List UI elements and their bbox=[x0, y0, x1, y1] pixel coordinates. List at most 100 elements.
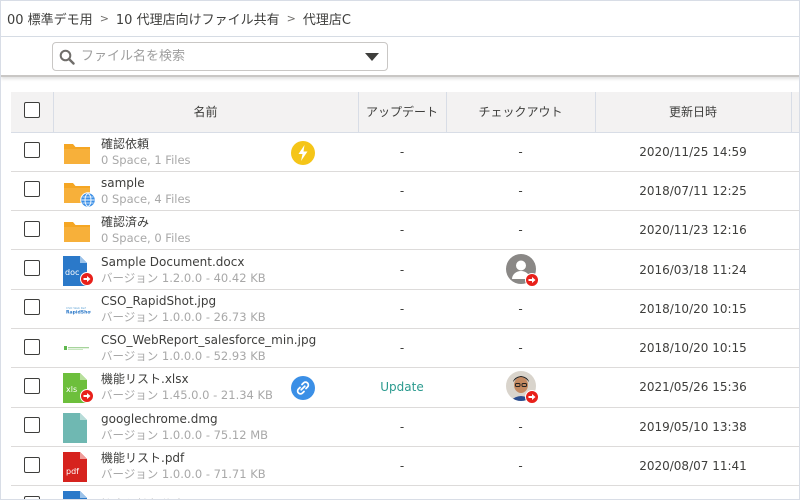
checkout-value: - bbox=[518, 223, 523, 238]
name-cell: xls 機能リスト.xlsx バージョン 1.45.0.0 - 21.34 KB bbox=[53, 368, 358, 407]
checkout-cell bbox=[446, 250, 595, 289]
generic-file-icon bbox=[63, 412, 91, 443]
name-cell: doc 機密保持契約書サンプル.docx bbox=[53, 486, 358, 499]
row-check-cell bbox=[11, 486, 53, 499]
modified-cell bbox=[595, 486, 791, 499]
search-box[interactable] bbox=[52, 42, 388, 71]
update-cell: - bbox=[358, 289, 446, 328]
table-row[interactable]: pdf 機能リスト.pdf バージョン 1.0.0.0 - 71.71 KB -… bbox=[11, 446, 799, 486]
table-row[interactable]: sample 0 Space, 4 Files - - 2018/07/11 1… bbox=[11, 171, 799, 211]
row-checkbox[interactable] bbox=[24, 377, 40, 394]
modified-date: 2020/11/25 14:59 bbox=[639, 144, 747, 159]
table-row[interactable]: doc Sample Document.docx バージョン 1.2.0.0 -… bbox=[11, 250, 799, 290]
update-link[interactable]: Update bbox=[380, 380, 423, 394]
row-check-cell bbox=[11, 368, 53, 407]
table-header-row: 名前 アップデート チェックアウト 更新日時 bbox=[11, 92, 799, 133]
update-cell: Update bbox=[358, 368, 446, 407]
row-checkbox[interactable] bbox=[24, 417, 40, 434]
row-checkbox[interactable] bbox=[24, 338, 40, 355]
column-header-spacer bbox=[791, 92, 799, 133]
table-row[interactable]: CSO_WebReport_salesforce_min.jpg バージョン 1… bbox=[11, 328, 799, 368]
breadcrumb-item-current[interactable]: 代理店C bbox=[303, 9, 351, 28]
update-value: - bbox=[399, 144, 405, 159]
update-value: - bbox=[399, 341, 405, 356]
file-table: 名前 アップデート チェックアウト 更新日時 確認依頼 0 Space, 1 F… bbox=[11, 92, 799, 499]
select-all-checkbox[interactable] bbox=[23, 102, 40, 119]
column-header-update[interactable]: アップデート bbox=[358, 92, 447, 133]
name-cell: sample 0 Space, 4 Files bbox=[53, 171, 358, 210]
checkout-value: - bbox=[518, 341, 523, 356]
update-cell: - bbox=[358, 446, 446, 485]
file-name[interactable]: sample bbox=[101, 175, 191, 191]
link-status-icon[interactable] bbox=[291, 376, 315, 401]
table-row[interactable]: doc 機密保持契約書サンプル.docx bbox=[11, 486, 799, 499]
column-header-name[interactable]: 名前 bbox=[53, 92, 359, 133]
column-header-modified[interactable]: 更新日時 bbox=[595, 92, 792, 133]
svg-text:doc: doc bbox=[65, 268, 79, 277]
table-row[interactable]: CSO Web Ref RapidShot CSO_RapidShot.jpg バ… bbox=[11, 289, 799, 329]
name-cell-content: doc Sample Document.docx バージョン 1.2.0.0 -… bbox=[53, 251, 358, 289]
file-name[interactable]: 機能リスト.pdf bbox=[101, 450, 266, 466]
row-checkbox[interactable] bbox=[24, 260, 40, 277]
lightning-status-icon[interactable] bbox=[291, 140, 315, 165]
search-input[interactable] bbox=[81, 49, 357, 64]
modified-date: 2018/10/20 10:15 bbox=[639, 341, 747, 356]
svg-text:xls: xls bbox=[66, 385, 77, 394]
file-name-block: 確認依頼 0 Space, 1 Files bbox=[101, 136, 191, 168]
shared-folder-icon bbox=[63, 177, 96, 208]
folder-icon bbox=[63, 216, 91, 244]
row-checkbox[interactable] bbox=[24, 495, 40, 499]
checkout-cell: - bbox=[446, 211, 595, 250]
modified-cell: 2018/10/20 10:15 bbox=[595, 328, 791, 367]
row-checkbox[interactable] bbox=[24, 142, 40, 159]
file-name[interactable]: 確認依頼 bbox=[101, 136, 191, 152]
breadcrumb-item-share-folder[interactable]: 10 代理店向けファイル共有 bbox=[116, 9, 280, 28]
file-meta: 0 Space, 1 Files bbox=[101, 152, 191, 167]
spacer-cell bbox=[791, 171, 799, 210]
spacer-cell bbox=[791, 486, 799, 499]
file-name[interactable]: CSO_WebReport_salesforce_min.jpg bbox=[101, 332, 316, 348]
row-checkbox[interactable] bbox=[24, 456, 40, 473]
checkout-cell: - bbox=[446, 407, 595, 446]
update-cell: - bbox=[358, 407, 446, 446]
table-row[interactable]: googlechrome.dmg バージョン 1.0.0.0 - 75.12 M… bbox=[11, 407, 799, 447]
update-cell: - bbox=[358, 211, 446, 250]
table-row[interactable]: xls 機能リスト.xlsx バージョン 1.45.0.0 - 21.34 KB… bbox=[11, 368, 799, 408]
pdf-doc-icon: pdf bbox=[63, 452, 91, 483]
spacer-cell bbox=[791, 250, 799, 289]
checkout-cell: - bbox=[446, 171, 595, 210]
row-check-cell bbox=[11, 211, 53, 250]
file-name[interactable]: 確認済み bbox=[101, 214, 191, 230]
row-checkbox[interactable] bbox=[24, 220, 40, 237]
row-check-cell bbox=[11, 250, 53, 289]
row-checkbox[interactable] bbox=[24, 181, 40, 198]
name-cell-content: CSO_WebReport_salesforce_min.jpg バージョン 1… bbox=[53, 329, 358, 367]
modified-date: 2018/10/20 10:15 bbox=[639, 301, 747, 316]
breadcrumb-item-root[interactable]: 00 標準デモ用 bbox=[7, 9, 93, 28]
name-cell-content: 確認依頼 0 Space, 1 Files bbox=[53, 133, 358, 171]
checkout-user-avatar-icon[interactable] bbox=[505, 253, 539, 287]
checkout-user-photo-avatar[interactable] bbox=[505, 371, 539, 405]
table-row[interactable]: 確認済み 0 Space, 0 Files - - 2020/11/23 12:… bbox=[11, 211, 799, 250]
column-header-checkout[interactable]: チェックアウト bbox=[446, 92, 596, 133]
file-name-block: CSO_WebReport_salesforce_min.jpg バージョン 1… bbox=[101, 332, 316, 364]
file-name[interactable]: 機能リスト.xlsx bbox=[101, 371, 273, 387]
modified-date: 2021/05/26 15:36 bbox=[639, 380, 747, 395]
checkout-value: - bbox=[518, 301, 523, 316]
file-meta: バージョン 1.0.0.0 - 75.12 MB bbox=[101, 427, 269, 442]
chevron-down-icon[interactable] bbox=[357, 52, 387, 61]
modified-cell: 2016/03/18 11:24 bbox=[595, 250, 791, 289]
file-meta: バージョン 1.0.0.0 - 71.71 KB bbox=[101, 467, 266, 482]
file-name[interactable]: CSO_RapidShot.jpg bbox=[101, 293, 266, 309]
checkout-value: - bbox=[518, 459, 523, 474]
table-row[interactable]: 確認依頼 0 Space, 1 Files - - 2020/11/25 14:… bbox=[11, 132, 799, 172]
file-name[interactable]: Sample Document.docx bbox=[101, 254, 266, 270]
file-name[interactable]: googlechrome.dmg bbox=[101, 411, 268, 427]
modified-cell: 2018/10/20 10:15 bbox=[595, 289, 791, 328]
row-checkbox[interactable] bbox=[24, 299, 40, 316]
checkout-cell: - bbox=[446, 446, 595, 485]
update-value: - bbox=[399, 223, 405, 238]
modified-date: 2018/07/11 12:25 bbox=[639, 183, 747, 198]
spacer-cell bbox=[791, 328, 799, 367]
name-cell: CSO_WebReport_salesforce_min.jpg バージョン 1… bbox=[53, 328, 358, 367]
